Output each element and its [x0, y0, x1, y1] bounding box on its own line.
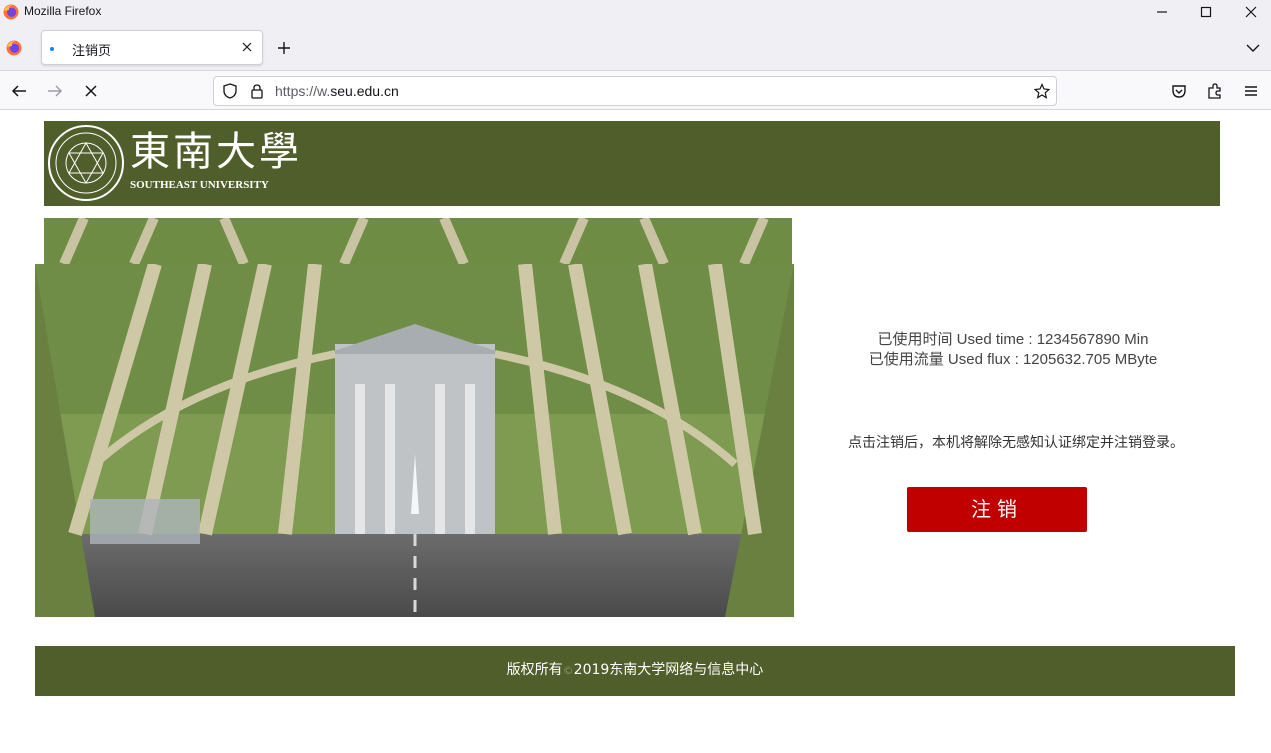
used-flux-value: 1205632.705 [1022, 351, 1111, 368]
tab-label: 注销页 [72, 44, 112, 59]
firefox-view-icon[interactable] [6, 40, 22, 56]
footer-copyright-prefix: 版权所有 [506, 662, 563, 678]
used-time-value: 1234567890 [1036, 331, 1121, 348]
url-prefix: https://w. [275, 83, 331, 99]
address-bar[interactable]: https://w.seu.edu.cn [213, 76, 1057, 106]
logo-english-name: SOUTHEAST UNIVERSITY [130, 179, 269, 191]
menu-icon[interactable] [1242, 82, 1260, 100]
used-flux-line: 已使用流量 Used flux : 1205632.705 MByte [838, 350, 1188, 370]
minimize-button[interactable] [1139, 0, 1185, 24]
used-flux-label: 已使用流量 Used flux : [868, 351, 1023, 368]
campus-photo [35, 264, 794, 617]
window-title: Mozilla Firefox [24, 4, 102, 18]
logout-button[interactable]: 注销 [907, 487, 1087, 532]
firefox-logo-icon [3, 4, 19, 20]
used-time-line: 已使用时间 Used time : 1234567890 Min [838, 330, 1188, 350]
close-icon [1245, 6, 1257, 18]
extensions-icon[interactable] [1206, 82, 1224, 100]
list-all-tabs-icon[interactable] [1245, 40, 1261, 56]
footer-copyright-text: 2019东南大学网络与信息中心 [573, 662, 764, 678]
forward-icon[interactable] [46, 82, 64, 100]
maximize-button[interactable] [1183, 0, 1229, 24]
campus-photo-top-strip [44, 218, 792, 264]
logo-chinese-name: 東南大學 [130, 129, 302, 175]
copyright-symbol: © [562, 664, 574, 677]
tab-bar: 注销页 [0, 24, 1271, 70]
tab-logout-page[interactable]: 注销页 [41, 30, 263, 65]
url-domain: seu.edu.cn [330, 83, 399, 99]
pocket-icon[interactable] [1170, 82, 1188, 100]
window-titlebar: Mozilla Firefox [0, 0, 1271, 24]
logout-notice: 点击注销后，本机将解除无感知认证绑定并注销登录。 [848, 435, 1184, 451]
new-tab-icon[interactable] [276, 40, 292, 56]
university-seal-icon [48, 125, 124, 201]
stop-loading-icon[interactable] [82, 82, 100, 100]
bookmark-star-icon[interactable] [1034, 83, 1050, 99]
usage-info: 已使用时间 Used time : 1234567890 Min 已使用流量 U… [838, 330, 1188, 370]
minimize-icon [1157, 11, 1167, 13]
navigation-toolbar: https://w.seu.edu.cn [0, 70, 1271, 110]
university-header-banner: 東南大學 SOUTHEAST UNIVERSITY [44, 121, 1220, 206]
url-text[interactable]: https://w.seu.edu.cn [275, 83, 399, 99]
tracking-protection-shield-icon[interactable] [222, 83, 238, 99]
tab-close-icon[interactable] [240, 40, 254, 54]
footer: 版权所有©2019东南大学网络与信息中心 [35, 646, 1235, 696]
used-time-label: 已使用时间 Used time : [877, 331, 1037, 348]
used-flux-unit: MByte [1110, 351, 1158, 368]
used-time-unit: Min [1120, 331, 1149, 348]
tab-loading-icon [50, 47, 54, 51]
close-window-button[interactable] [1228, 0, 1271, 24]
lock-icon[interactable] [249, 83, 265, 99]
back-icon[interactable] [10, 82, 28, 100]
maximize-icon [1200, 6, 1212, 18]
